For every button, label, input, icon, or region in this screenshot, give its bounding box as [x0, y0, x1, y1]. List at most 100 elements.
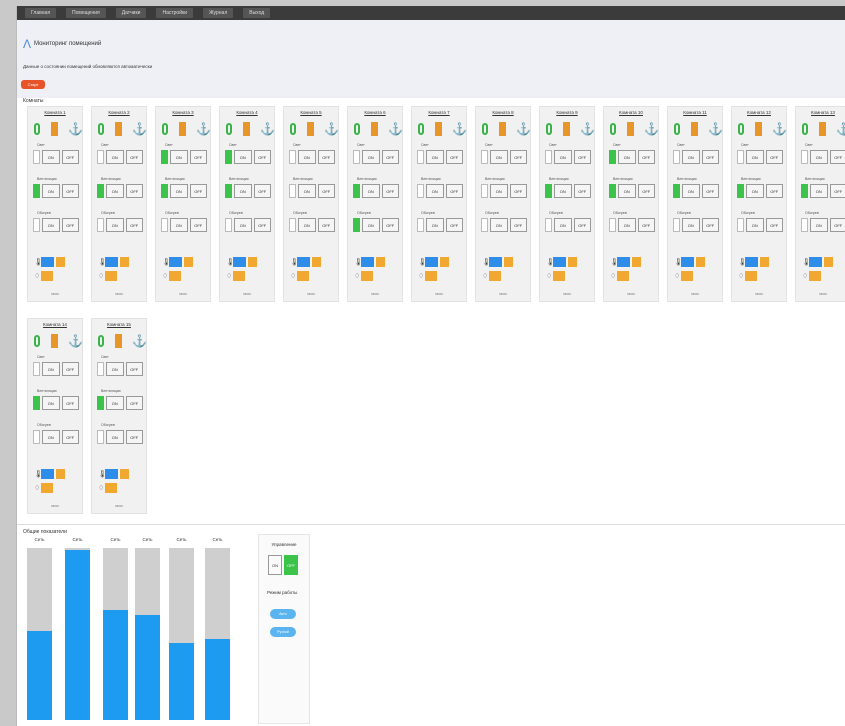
switch-off-button[interactable]: OFF: [189, 218, 207, 232]
switch-on-button[interactable]: ON: [490, 150, 508, 164]
nav-tab-6[interactable]: Выход: [243, 8, 271, 18]
start-button[interactable]: Старт: [21, 80, 45, 89]
switch-off-button[interactable]: OFF: [765, 184, 783, 198]
switch-off-button[interactable]: OFF: [765, 150, 783, 164]
switch-off-button[interactable]: OFF: [61, 218, 79, 232]
control-off-button[interactable]: OFF: [284, 555, 298, 575]
switch-off-button[interactable]: OFF: [573, 184, 591, 198]
nav-tab-4[interactable]: Настройки: [156, 8, 193, 18]
switch-on-button[interactable]: ON: [618, 184, 636, 198]
switch-on-button[interactable]: ON: [362, 150, 380, 164]
room-title[interactable]: Комната 4: [220, 110, 274, 115]
switch-off-button[interactable]: OFF: [701, 184, 719, 198]
switch-off-button[interactable]: OFF: [637, 218, 655, 232]
switch-on-button[interactable]: ON: [234, 184, 252, 198]
switch-off-button[interactable]: OFF: [317, 218, 335, 232]
switch-on-button[interactable]: ON: [42, 218, 60, 232]
room-title[interactable]: Комната 10: [604, 110, 658, 115]
switch-off-button[interactable]: OFF: [61, 430, 79, 444]
switch-on-button[interactable]: ON: [490, 184, 508, 198]
switch-on-button[interactable]: ON: [298, 184, 316, 198]
switch-on-button[interactable]: ON: [362, 218, 380, 232]
switch-off-button[interactable]: OFF: [637, 184, 655, 198]
room-title[interactable]: Комната 11: [668, 110, 722, 115]
switch-off-button[interactable]: OFF: [125, 184, 143, 198]
room-title[interactable]: Комната 1: [28, 110, 82, 115]
switch-on-button[interactable]: ON: [42, 362, 60, 376]
switch-off-button[interactable]: OFF: [381, 218, 399, 232]
switch-on-button[interactable]: ON: [170, 218, 188, 232]
switch-on-button[interactable]: ON: [234, 218, 252, 232]
switch-on-button[interactable]: ON: [554, 218, 572, 232]
switch-off-button[interactable]: OFF: [637, 150, 655, 164]
nav-tab-2[interactable]: Помещения: [66, 8, 106, 18]
switch-on-button[interactable]: ON: [618, 218, 636, 232]
switch-off-button[interactable]: OFF: [765, 218, 783, 232]
room-title[interactable]: Комната 14: [28, 322, 82, 327]
switch-on-button[interactable]: ON: [810, 184, 828, 198]
switch-off-button[interactable]: OFF: [509, 218, 527, 232]
mode-manual-button[interactable]: Ручной: [270, 627, 296, 637]
switch-off-button[interactable]: OFF: [189, 184, 207, 198]
switch-off-button[interactable]: OFF: [829, 184, 845, 198]
room-title[interactable]: Комната 2: [92, 110, 146, 115]
switch-on-button[interactable]: ON: [426, 184, 444, 198]
switch-on-button[interactable]: ON: [362, 184, 380, 198]
mode-auto-button[interactable]: Авто: [270, 609, 296, 619]
switch-off-button[interactable]: OFF: [829, 150, 845, 164]
room-title[interactable]: Комната 13: [796, 110, 845, 115]
switch-on-button[interactable]: ON: [426, 150, 444, 164]
switch-off-button[interactable]: OFF: [573, 150, 591, 164]
switch-on-button[interactable]: ON: [554, 184, 572, 198]
switch-off-button[interactable]: OFF: [829, 218, 845, 232]
switch-on-button[interactable]: ON: [106, 430, 124, 444]
switch-on-button[interactable]: ON: [426, 218, 444, 232]
switch-on-button[interactable]: ON: [234, 150, 252, 164]
switch-on-button[interactable]: ON: [42, 396, 60, 410]
switch-on-button[interactable]: ON: [682, 218, 700, 232]
switch-on-button[interactable]: ON: [746, 184, 764, 198]
room-title[interactable]: Комната 7: [412, 110, 466, 115]
switch-off-button[interactable]: OFF: [61, 150, 79, 164]
switch-off-button[interactable]: OFF: [509, 184, 527, 198]
switch-on-button[interactable]: ON: [170, 150, 188, 164]
switch-off-button[interactable]: OFF: [573, 218, 591, 232]
switch-off-button[interactable]: OFF: [317, 184, 335, 198]
nav-tab-3[interactable]: Датчики: [115, 8, 147, 18]
switch-on-button[interactable]: ON: [746, 218, 764, 232]
room-title[interactable]: Комната 9: [540, 110, 594, 115]
switch-off-button[interactable]: OFF: [701, 150, 719, 164]
room-title[interactable]: Комната 5: [284, 110, 338, 115]
switch-on-button[interactable]: ON: [810, 150, 828, 164]
switch-off-button[interactable]: OFF: [381, 184, 399, 198]
switch-on-button[interactable]: ON: [106, 184, 124, 198]
switch-off-button[interactable]: OFF: [381, 150, 399, 164]
switch-off-button[interactable]: OFF: [61, 396, 79, 410]
switch-on-button[interactable]: ON: [490, 218, 508, 232]
room-title[interactable]: Комната 12: [732, 110, 786, 115]
switch-off-button[interactable]: OFF: [61, 362, 79, 376]
switch-on-button[interactable]: ON: [682, 150, 700, 164]
switch-on-button[interactable]: ON: [42, 430, 60, 444]
switch-off-button[interactable]: OFF: [125, 218, 143, 232]
switch-on-button[interactable]: ON: [810, 218, 828, 232]
switch-off-button[interactable]: OFF: [125, 150, 143, 164]
switch-off-button[interactable]: OFF: [125, 430, 143, 444]
switch-on-button[interactable]: ON: [42, 150, 60, 164]
control-on-button[interactable]: ON: [268, 555, 282, 575]
switch-on-button[interactable]: ON: [106, 362, 124, 376]
switch-off-button[interactable]: OFF: [253, 184, 271, 198]
room-title[interactable]: Комната 6: [348, 110, 402, 115]
room-title[interactable]: Комната 3: [156, 110, 210, 115]
switch-off-button[interactable]: OFF: [317, 150, 335, 164]
switch-on-button[interactable]: ON: [298, 218, 316, 232]
switch-off-button[interactable]: OFF: [445, 184, 463, 198]
switch-off-button[interactable]: OFF: [125, 396, 143, 410]
switch-on-button[interactable]: ON: [618, 150, 636, 164]
nav-tab-5[interactable]: Журнал: [203, 8, 234, 18]
switch-off-button[interactable]: OFF: [701, 218, 719, 232]
switch-on-button[interactable]: ON: [682, 184, 700, 198]
room-title[interactable]: Комната 8: [476, 110, 530, 115]
switch-on-button[interactable]: ON: [746, 150, 764, 164]
switch-on-button[interactable]: ON: [298, 150, 316, 164]
